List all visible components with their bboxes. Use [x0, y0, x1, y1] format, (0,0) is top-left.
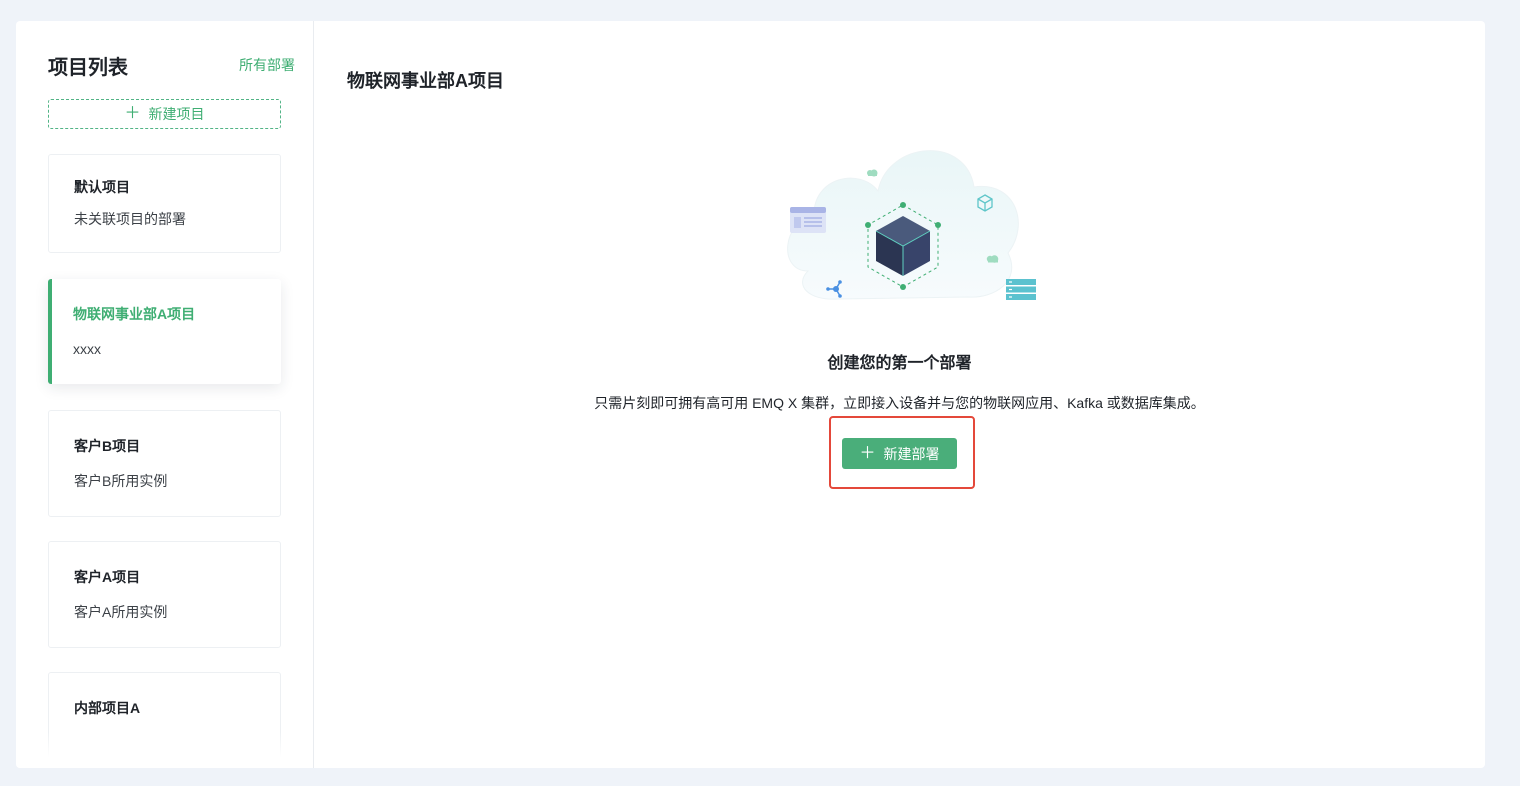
project-name: 客户A项目: [74, 569, 141, 585]
project-card-customer-a[interactable]: 客户A项目 客户A所用实例: [48, 541, 281, 648]
empty-state-illustration: [768, 121, 1038, 311]
new-deployment-button[interactable]: ＋ 新建部署: [842, 438, 957, 469]
browser-window-icon: [790, 207, 826, 233]
project-card-customer-b[interactable]: 客户B项目 客户B所用实例: [48, 410, 281, 517]
project-name: 内部项目A: [74, 700, 141, 716]
project-desc: 未关联项目的部署: [74, 211, 186, 227]
project-card-iot-a[interactable]: 物联网事业部A项目 xxxx: [48, 279, 281, 384]
page-title: 物联网事业部A项目: [347, 71, 504, 91]
sidebar-title: 项目列表: [48, 57, 128, 79]
sidebar-header: 项目列表 所有部署: [48, 51, 313, 79]
plus-icon: ＋: [859, 444, 876, 462]
cloud-small-icon: [867, 169, 878, 177]
project-desc: 客户A所用实例: [74, 604, 168, 620]
cloud-small-icon-right: [986, 255, 999, 263]
all-deployments-link[interactable]: 所有部署: [239, 55, 295, 75]
project-sidebar: 项目列表 所有部署 ＋ 新建项目 默认项目 未关联项目的部署 物联网事业部A项目…: [16, 21, 314, 768]
new-deployment-label: 新建部署: [883, 445, 940, 462]
new-project-label: 新建项目: [148, 106, 205, 122]
new-project-button[interactable]: ＋ 新建项目: [48, 99, 281, 129]
project-detail: 物联网事业部A项目 创建您的第一个部署 只需片刻即可拥有高可用 EMQ X 集群…: [314, 21, 1485, 768]
sidebar-scroll-fade: [16, 732, 313, 768]
project-desc: xxxx: [73, 341, 101, 357]
main-card: 项目列表 所有部署 ＋ 新建项目 默认项目 未关联项目的部署 物联网事业部A项目…: [16, 21, 1485, 768]
project-desc: 客户B所用实例: [74, 473, 168, 489]
project-name: 物联网事业部A项目: [73, 306, 196, 322]
project-name: 客户B项目: [74, 438, 141, 454]
empty-state-title: 创建您的第一个部署: [827, 355, 972, 372]
project-card-default[interactable]: 默认项目 未关联项目的部署: [48, 154, 281, 253]
plus-icon: ＋: [124, 105, 141, 122]
server-rack-icon: [1006, 279, 1036, 300]
project-name: 默认项目: [74, 179, 130, 195]
empty-state-description: 只需片刻即可拥有高可用 EMQ X 集群，立即接入设备并与您的物联网应用、Kaf…: [594, 395, 1205, 411]
